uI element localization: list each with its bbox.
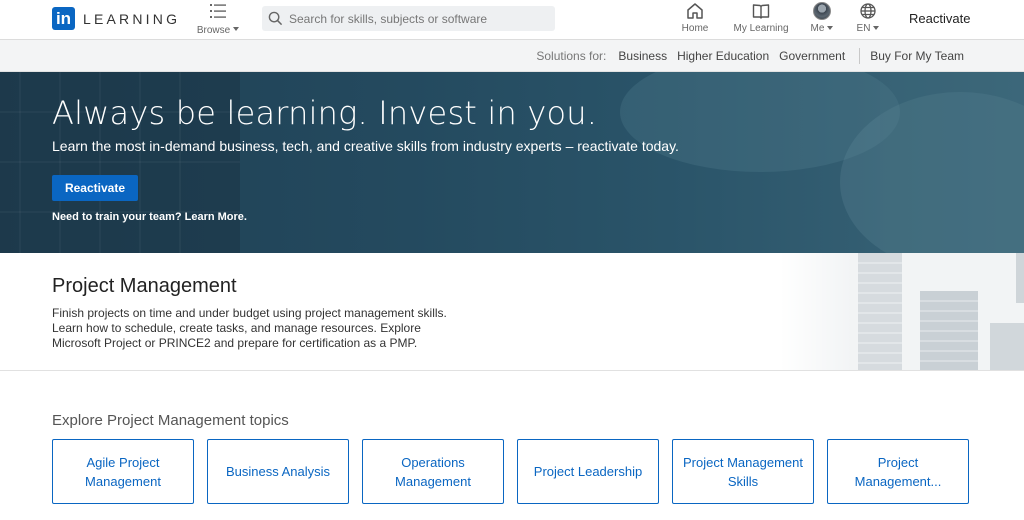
nav-language[interactable]: EN (854, 2, 882, 34)
chevron-down-icon (827, 26, 834, 31)
hero-banner: Always be learning. Invest in you. Learn… (0, 72, 1024, 253)
topic-card-project-management-more[interactable]: Project Management... (827, 439, 969, 504)
buildings-image (780, 253, 1024, 370)
linkedin-learning-logo[interactable]: in LEARNING (52, 7, 180, 30)
search-input[interactable] (289, 11, 549, 26)
logo-text: LEARNING (83, 10, 181, 27)
solutions-label: Solutions for: (536, 49, 607, 63)
explore-title: Explore Project Management topics (52, 412, 289, 429)
solutions-link-business[interactable]: Business (618, 49, 667, 63)
topic-header: Project Management Finish projects on ti… (0, 253, 1024, 371)
solutions-link-higher-education[interactable]: Higher Education (677, 49, 769, 63)
train-team-link[interactable]: Need to train your team? Learn More. (52, 211, 247, 223)
chevron-down-icon (233, 26, 240, 31)
topic-description: Finish projects on time and under budget… (52, 306, 447, 350)
buy-for-my-team-link[interactable]: Buy For My Team (870, 49, 964, 63)
solutions-bar: Solutions for: Business Higher Education… (0, 40, 1024, 72)
divider (859, 48, 861, 64)
nav-me[interactable]: Me (808, 2, 836, 34)
reactivate-header-link[interactable]: Reactivate (909, 11, 970, 26)
linkedin-logo-icon: in (52, 7, 75, 30)
nav-home-label: Home (681, 23, 709, 34)
avatar (813, 2, 831, 20)
list-menu-icon (210, 4, 226, 18)
chevron-down-icon (873, 26, 880, 31)
reactivate-button[interactable]: Reactivate (52, 175, 138, 201)
nav-home[interactable]: Home (681, 2, 709, 34)
solutions-link-government[interactable]: Government (779, 49, 845, 63)
topic-card-business-analysis[interactable]: Business Analysis (207, 439, 349, 504)
browse-label: Browse (196, 25, 231, 36)
browse-menu-button[interactable]: Browse (196, 2, 240, 38)
search-box[interactable] (262, 6, 555, 31)
globe-icon (860, 3, 876, 19)
top-navigation-bar: in LEARNING Browse Home My Learning (0, 0, 1024, 40)
topic-card-agile-project-management[interactable]: Agile Project Management (52, 439, 194, 504)
nav-my-learning-label: My Learning (733, 23, 789, 34)
topic-card-operations-management[interactable]: Operations Management (362, 439, 504, 504)
nav-language-label: EN (856, 23, 871, 34)
search-icon (268, 11, 283, 26)
nav-me-label: Me (810, 23, 825, 34)
home-icon (687, 3, 703, 19)
hero-subtitle: Learn the most in-demand business, tech,… (52, 138, 679, 154)
topic-card-project-leadership[interactable]: Project Leadership (517, 439, 659, 504)
topic-cards: Agile Project Management Business Analys… (52, 439, 969, 504)
nav-my-learning[interactable]: My Learning (731, 2, 791, 34)
book-icon (752, 4, 770, 19)
topic-card-project-management-skills[interactable]: Project Management Skills (672, 439, 814, 504)
hero-title: Always be learning. Invest in you. (52, 94, 598, 132)
topic-title: Project Management (52, 275, 237, 297)
